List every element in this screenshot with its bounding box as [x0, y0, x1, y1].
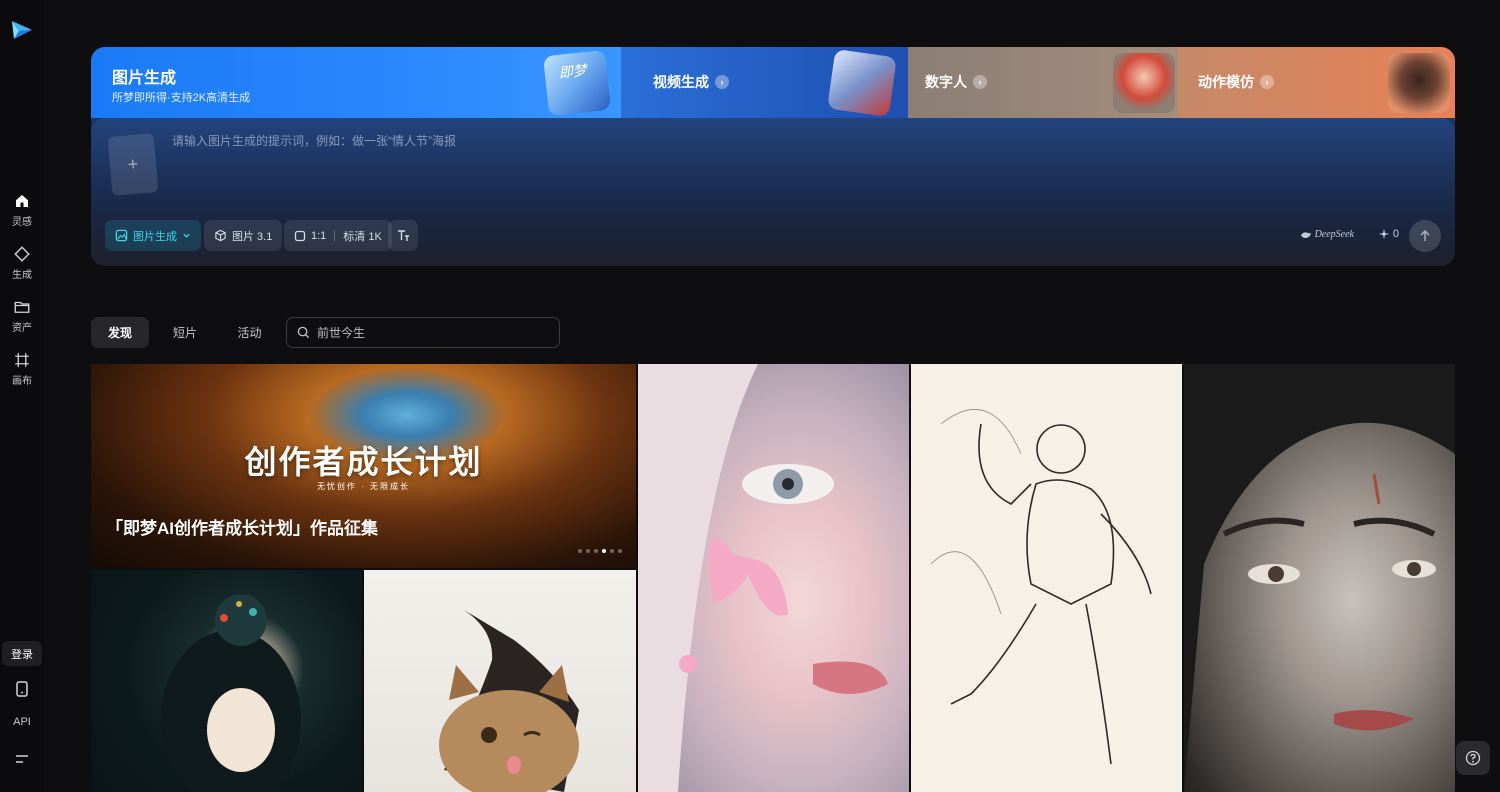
gallery-item-butterfly-portrait[interactable] [638, 364, 909, 792]
home-icon [16, 195, 28, 207]
menu-button[interactable] [12, 749, 32, 769]
upload-reference-button[interactable]: + [107, 133, 159, 196]
send-button[interactable] [1409, 220, 1441, 252]
search-input[interactable] [317, 325, 547, 340]
tab-label-text: 数字人 [925, 74, 967, 90]
cat-artwork [439, 610, 579, 792]
mode-select-button[interactable]: 图片生成 [105, 220, 201, 251]
sidebar-item-label: 灵感 [12, 217, 32, 228]
sidebar: 灵感 生成 资产 画布 登录 API [0, 0, 44, 792]
carousel-dot[interactable] [578, 549, 582, 553]
banner-caption: 「即梦AI创作者成长计划」作品征集 [106, 519, 378, 538]
tab-shorts[interactable]: 短片 [157, 317, 213, 348]
menu-icon [16, 755, 28, 763]
deepseek-label: DeepSeek [1314, 229, 1354, 240]
generator-panel: 图片生成 所梦即所得·支持2K高清生成 即梦 视频生成 › 数字人 › 动作模仿… [91, 47, 1455, 266]
mobile-app-button[interactable] [12, 679, 32, 699]
sidebar-item-label: 资产 [12, 323, 32, 334]
carousel-dots[interactable] [578, 549, 622, 553]
canvas-icon [15, 353, 29, 367]
cube-icon [215, 229, 226, 242]
quality-label: 标清 1K [343, 230, 382, 243]
gallery-item-cat[interactable] [364, 570, 636, 792]
sidebar-item-generate[interactable]: 生成 [0, 241, 44, 285]
tab-human-label[interactable]: 数字人 › [925, 72, 987, 92]
help-icon [1465, 750, 1481, 766]
mobile-icon [16, 681, 28, 697]
ratio-label: 1:1 [311, 229, 327, 242]
gallery-item-anime-girl[interactable] [91, 570, 362, 792]
model-select-button[interactable]: 图片 3.1 [204, 220, 283, 251]
arrow-up-icon [1420, 229, 1430, 241]
whale-icon [1300, 232, 1311, 238]
motion-tab-thumbnail [1388, 53, 1450, 113]
sidebar-item-canvas[interactable]: 画布 [0, 347, 44, 391]
tab-motion-mimic[interactable]: 动作模仿 › [1178, 47, 1455, 118]
sidebar-item-label: 画布 [12, 376, 32, 387]
plus-icon: + [126, 153, 140, 175]
folder-icon [14, 301, 30, 313]
tab-discover[interactable]: 发现 [91, 317, 149, 348]
prompt-area: + 图片生成 图片 3.1 1:1 标清 1K [91, 118, 1455, 266]
ratio-quality-button[interactable]: 1:1 标清 1K [284, 220, 392, 251]
butterfly-portrait-artwork [638, 364, 888, 792]
sidebar-item-assets[interactable]: 资产 [0, 294, 44, 338]
image-tab-thumbnail: 即梦 [543, 49, 611, 117]
deepseek-badge: DeepSeek [1300, 229, 1354, 240]
mode-label: 图片生成 [133, 230, 177, 243]
human-tab-thumbnail [1113, 53, 1175, 113]
model-label: 图片 3.1 [232, 230, 273, 243]
credits-value: 0 [1392, 228, 1399, 240]
prompt-input[interactable] [172, 131, 1072, 151]
carousel-dot[interactable] [602, 549, 606, 553]
search-icon [297, 326, 310, 339]
help-button[interactable] [1456, 741, 1490, 775]
creator-program-banner[interactable]: 创作者成长计划 无忧创作 · 无限成长 「即梦AI创作者成长计划」作品征集 [91, 364, 636, 568]
tab-events[interactable]: 活动 [221, 317, 278, 348]
carousel-dot[interactable] [618, 549, 622, 553]
tab-video-generation[interactable]: 视频生成 › [621, 47, 908, 118]
jimeng-logo-icon[interactable] [10, 18, 34, 42]
text-style-button[interactable] [388, 220, 418, 251]
diamond-icon [14, 246, 30, 262]
divider [334, 230, 336, 241]
carousel-dot[interactable] [610, 549, 614, 553]
gallery-item-warrior-portrait[interactable] [1184, 364, 1455, 792]
tab-label-text: 视频生成 [653, 74, 709, 90]
video-tab-thumbnail [827, 48, 897, 118]
anime-girl-artwork [161, 594, 301, 792]
chevron-right-icon: › [1260, 75, 1274, 89]
api-link[interactable]: API [8, 716, 36, 728]
credits-counter: 0 [1378, 228, 1399, 240]
square-ratio-icon [294, 230, 306, 241]
kungfu-sketch-artwork [930, 409, 1152, 765]
tab-label-text: 动作模仿 [1198, 74, 1254, 90]
generator-tabs: 图片生成 所梦即所得·支持2K高清生成 即梦 视频生成 › 数字人 › 动作模仿… [91, 47, 1455, 118]
tab-motion-label[interactable]: 动作模仿 › [1198, 72, 1274, 92]
gallery-item-kungfu-sketch[interactable] [911, 364, 1182, 792]
login-button[interactable]: 登录 [2, 641, 42, 666]
sparkle-icon [1378, 229, 1389, 239]
hero-subtitle: 所梦即所得·支持2K高清生成 [112, 92, 251, 104]
tab-digital-human[interactable]: 数字人 › [908, 47, 1178, 118]
warrior-portrait-artwork [1184, 364, 1455, 792]
banner-headline: 创作者成长计划 [244, 444, 483, 480]
feed-search [286, 317, 560, 348]
text-icon [398, 230, 409, 241]
thumbnail-text: 即梦 [558, 61, 588, 81]
tab-video-label[interactable]: 视频生成 › [653, 72, 729, 92]
image-mode-icon [115, 229, 128, 242]
app-root: 灵感 生成 资产 画布 登录 API 图片生成 所梦即所得·支持2K高清生成 即… [0, 0, 1500, 792]
chevron-down-icon [183, 233, 190, 238]
carousel-dot[interactable] [594, 549, 598, 553]
sidebar-item-label: 生成 [12, 270, 32, 281]
chevron-right-icon: › [973, 75, 987, 89]
chevron-right-icon: › [715, 75, 729, 89]
banner-tagline: 无忧创作 · 无限成长 [316, 482, 411, 491]
sidebar-item-inspiration[interactable]: 灵感 [0, 188, 44, 232]
hero-title: 图片生成 [112, 70, 177, 87]
carousel-dot[interactable] [586, 549, 590, 553]
tab-image-generation[interactable]: 图片生成 所梦即所得·支持2K高清生成 即梦 [91, 47, 621, 118]
